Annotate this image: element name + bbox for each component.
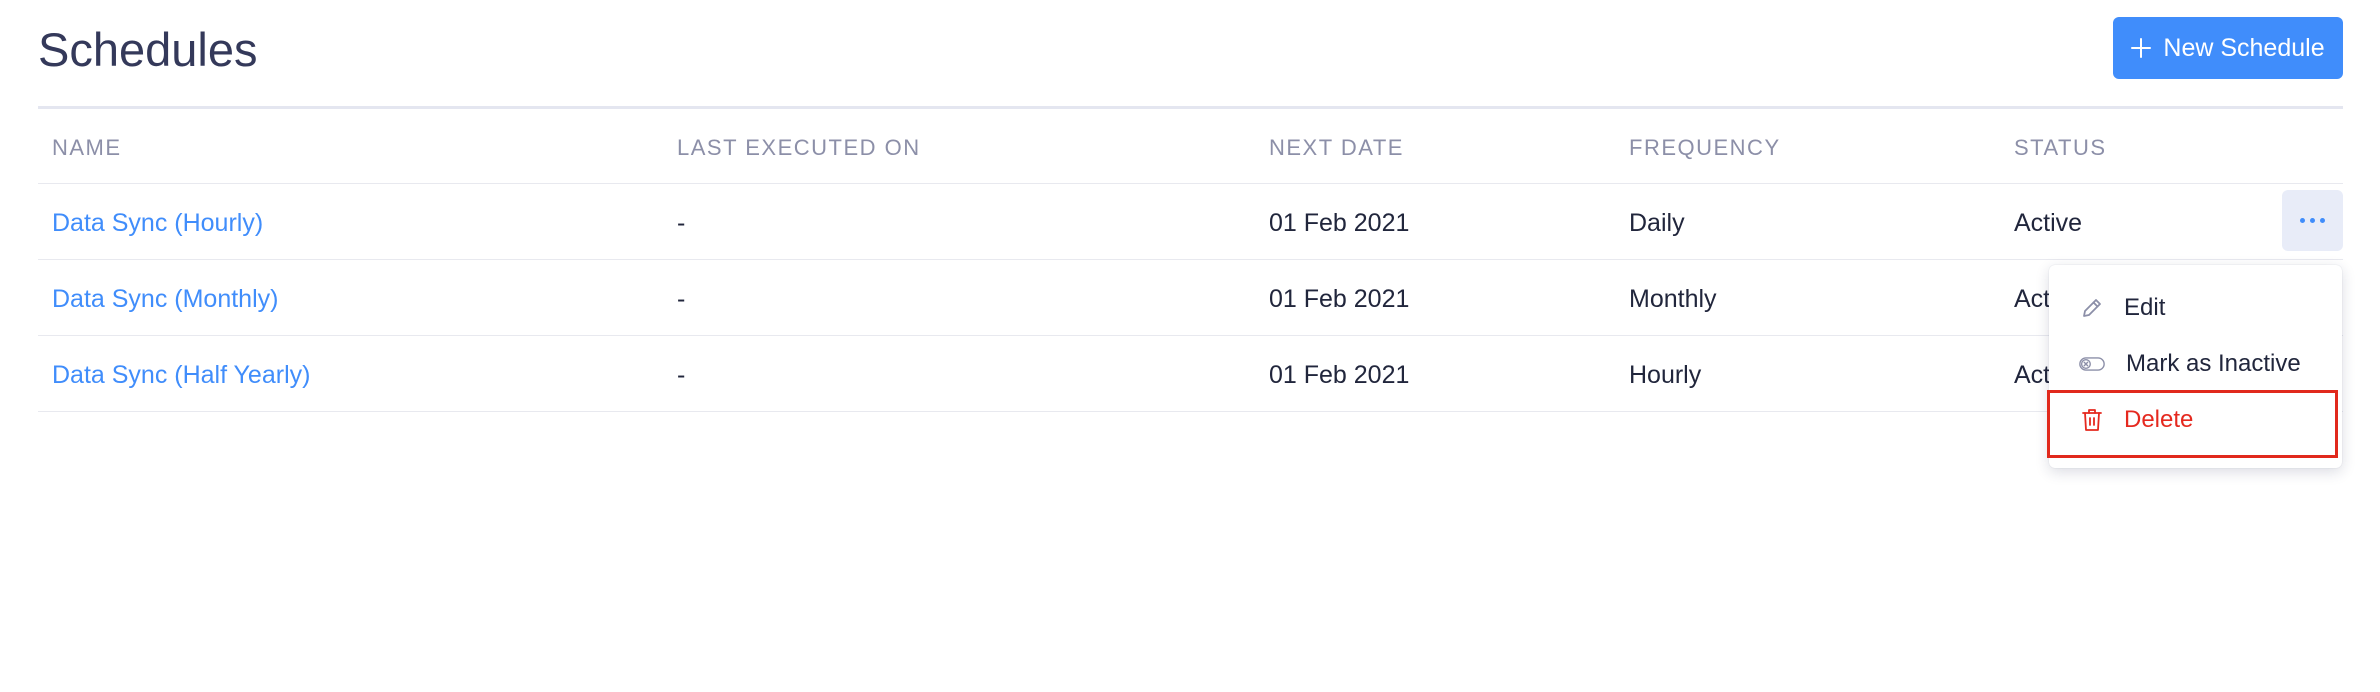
row-actions-button[interactable]	[2282, 190, 2343, 251]
menu-item-delete[interactable]: Delete	[2049, 394, 2342, 446]
row-actions-menu: Edit Mark as Inactive Delete	[2049, 265, 2342, 468]
table-row[interactable]: Data Sync (Monthly) - 01 Feb 2021 Monthl…	[38, 260, 2343, 336]
menu-item-mark-inactive[interactable]: Mark as Inactive	[2049, 338, 2342, 390]
pencil-icon	[2079, 296, 2105, 320]
status-cell: Act	[2014, 285, 2051, 313]
column-header-name[interactable]: NAME	[52, 135, 122, 161]
last-executed-cell: -	[677, 285, 686, 313]
more-horizontal-icon	[2300, 218, 2305, 223]
next-date-cell: 01 Feb 2021	[1269, 209, 1410, 237]
frequency-cell: Daily	[1629, 209, 1685, 237]
schedule-name-link[interactable]: Data Sync (Monthly)	[52, 284, 278, 314]
frequency-cell: Hourly	[1629, 361, 1702, 389]
menu-item-label: Edit	[2124, 294, 2166, 321]
column-header-last-executed[interactable]: LAST EXECUTED ON	[677, 135, 921, 161]
toggle-off-icon	[2079, 352, 2105, 376]
status-cell: Active	[2014, 209, 2083, 237]
table-row[interactable]: Data Sync (Half Yearly) - 01 Feb 2021 Ho…	[38, 336, 2343, 412]
schedule-name-link[interactable]: Data Sync (Hourly)	[52, 208, 263, 238]
next-date-cell: 01 Feb 2021	[1269, 285, 1410, 313]
schedules-page: Schedules New Schedule NAME LAST EXECUTE…	[0, 0, 2380, 692]
plus-icon	[2131, 38, 2152, 58]
last-executed-cell: -	[677, 361, 686, 389]
column-header-next-date[interactable]: NEXT DATE	[1269, 135, 1404, 161]
menu-item-label: Mark as Inactive	[2126, 350, 2301, 377]
column-header-status[interactable]: STATUS	[2014, 135, 2107, 161]
frequency-cell: Monthly	[1629, 285, 1717, 313]
new-schedule-button[interactable]: New Schedule	[2113, 17, 2343, 79]
column-header-frequency[interactable]: FREQUENCY	[1629, 135, 1781, 161]
trash-icon	[2079, 408, 2105, 432]
new-schedule-label: New Schedule	[2163, 33, 2325, 62]
status-cell: Act	[2014, 361, 2051, 389]
table-row[interactable]: Data Sync (Hourly) - 01 Feb 2021 Daily A…	[38, 184, 2343, 260]
last-executed-cell: -	[677, 209, 686, 237]
next-date-cell: 01 Feb 2021	[1269, 361, 1410, 389]
schedule-name-link[interactable]: Data Sync (Half Yearly)	[52, 360, 310, 390]
page-title: Schedules	[38, 23, 258, 76]
menu-item-edit[interactable]: Edit	[2049, 282, 2342, 334]
table-header: NAME LAST EXECUTED ON NEXT DATE FREQUENC…	[38, 109, 2343, 184]
menu-item-label: Delete	[2124, 406, 2194, 433]
